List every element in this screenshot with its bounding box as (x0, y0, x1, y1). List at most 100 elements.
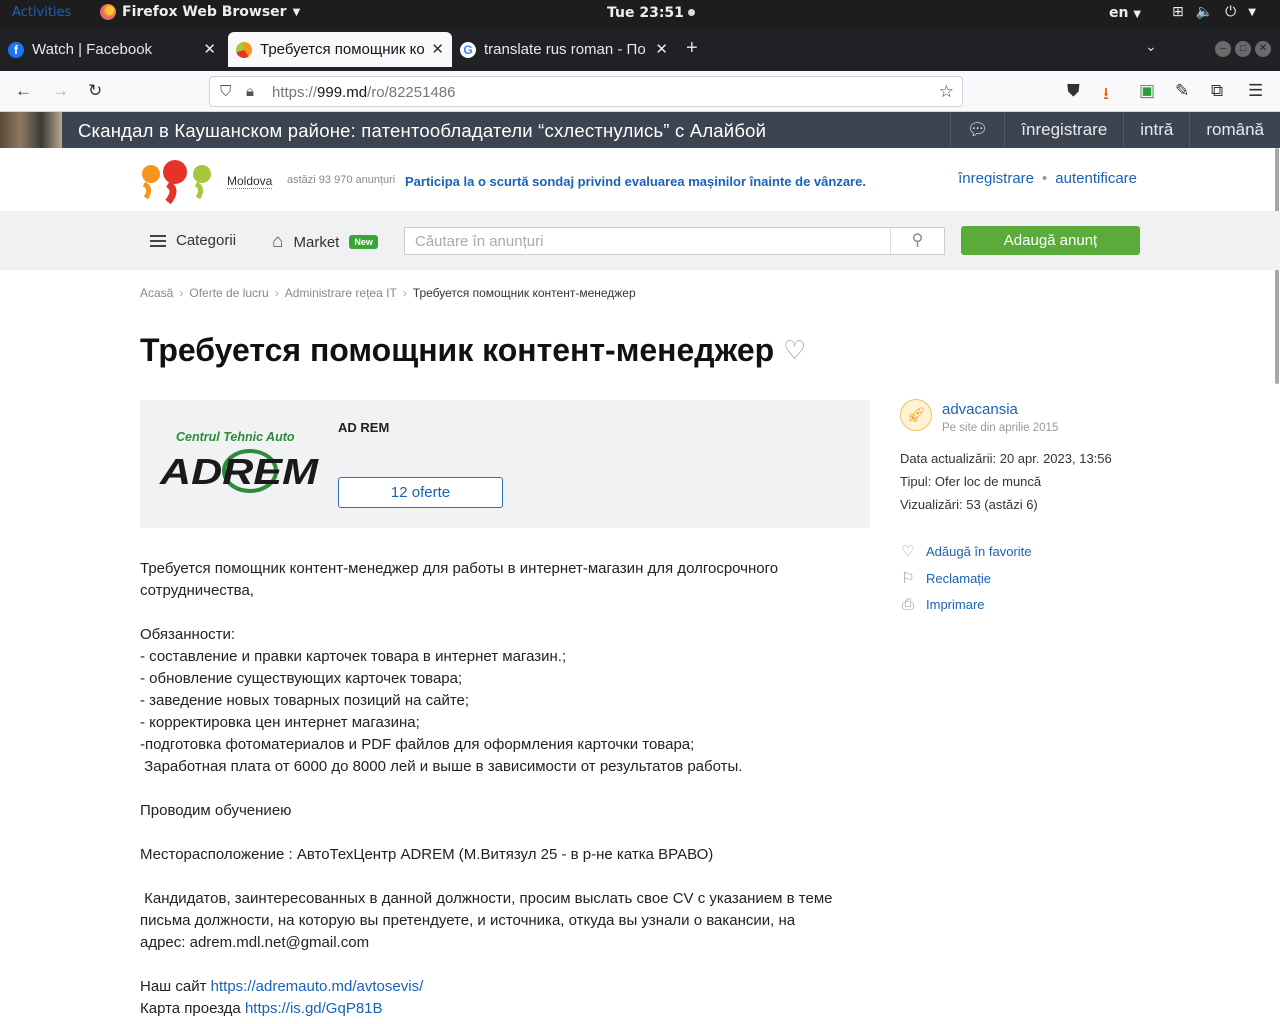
search-icon[interactable]: ⚲ (890, 228, 944, 254)
notification-dot (687, 9, 695, 16)
store-icon: ⌂ (272, 231, 284, 252)
maximize-button[interactable]: □ (1235, 41, 1251, 57)
new-badge: New (349, 235, 378, 249)
url-text[interactable]: https://999.md/ro/82251486 (272, 84, 456, 101)
chat-icon[interactable]: 💬︎ (949, 112, 1005, 148)
pocket-icon[interactable]: ⛊ (1067, 81, 1080, 101)
chevron-right-icon: › (274, 286, 279, 300)
banner-login-link[interactable]: intră (1123, 112, 1189, 148)
back-arrow-icon[interactable]: ← (15, 81, 32, 101)
categories-label: Categorii (176, 232, 237, 249)
close-icon[interactable]: ✕ (203, 40, 216, 58)
ad-updated-date: Data actualizării: 20 apr. 2023, 13:56 (900, 451, 1112, 466)
description-line: - заведение новых товарных позиций на са… (140, 692, 470, 709)
close-window-button[interactable]: ✕ (1255, 41, 1271, 57)
close-icon[interactable]: ✕ (431, 40, 444, 58)
url-bar[interactable]: ⛉ 🔒︎ https://999.md/ro/82251486 ☆ (209, 76, 963, 107)
lock-icon[interactable]: 🔒︎ (246, 83, 254, 100)
tab-facebook[interactable]: f Watch | Facebook ✕ (0, 32, 224, 67)
report-link[interactable]: ⚐ Reclamație (900, 569, 991, 587)
search-input[interactable] (405, 228, 891, 254)
register-link[interactable]: înregistrare (958, 170, 1034, 187)
favorite-heart-icon[interactable]: ♡ (783, 335, 806, 366)
news-headline[interactable]: Скандал в Каушанском районе: патентообла… (78, 120, 766, 142)
activities-button[interactable]: Activities (12, 5, 71, 20)
thumbs-down-icon: ⚐ (901, 570, 915, 587)
banner-register-link[interactable]: înregistrare (1004, 112, 1123, 148)
breadcrumb-home[interactable]: Acasă (140, 286, 173, 300)
add-to-favorites-link[interactable]: ♡ Adăugă în favorite (900, 542, 1031, 560)
tab-google[interactable]: G translate rus roman - По ✕ (452, 32, 676, 67)
company-card: Centrul Tehnic Auto ADREM AD REM 12 ofer… (140, 400, 870, 528)
firefox-icon (100, 4, 116, 20)
clock[interactable]: Tue 23:51 (607, 5, 695, 21)
reload-icon[interactable]: ↻ (88, 81, 102, 101)
breadcrumb-jobs[interactable]: Oferte de lucru (189, 286, 268, 300)
company-logo[interactable]: Centrul Tehnic Auto ADREM (158, 428, 322, 498)
map-label: Карта проезда (140, 1000, 245, 1017)
tab-active-ad[interactable]: Требуется помощник ко ✕ (228, 32, 452, 67)
facebook-icon: f (8, 41, 24, 58)
shield-icon[interactable]: ⛉ (220, 83, 231, 100)
app-name: Firefox Web Browser (122, 4, 287, 20)
chevron-down-icon: ▼ (1133, 9, 1142, 20)
market-label: Market (293, 233, 340, 251)
minimize-button[interactable]: – (1215, 41, 1231, 57)
new-tab-button[interactable]: + (686, 37, 698, 60)
extensions-puzzle-icon[interactable]: ⧉ (1211, 81, 1223, 101)
url-scheme: https:// (272, 84, 318, 101)
website-label: Наш сайт (140, 978, 211, 995)
login-link[interactable]: autentificare (1055, 170, 1137, 187)
survey-link[interactable]: Participa la o scurtă sondaj privind eva… (405, 174, 866, 189)
keyboard-layout[interactable]: en ▼ (1109, 5, 1141, 21)
tab-title: Watch | Facebook (32, 41, 153, 58)
auth-links: înregistrare • autentificare (958, 170, 1137, 187)
site-999-icon (236, 41, 252, 58)
bookmark-star-icon[interactable]: ☆ (939, 82, 954, 102)
clock-text: Tue 23:51 (607, 5, 684, 21)
breadcrumb-current: Требуется помощник контент-менеджер (412, 286, 636, 300)
ad-type: Tipul: Ofer loc de muncă (900, 474, 1042, 489)
rocket-icon: 🚀︎ (906, 407, 926, 424)
tab-title: Требуется помощник ко (260, 41, 425, 58)
system-tray[interactable]: ⊞ 🔈 ⏻ ▼ (1172, 4, 1256, 20)
company-logo-tagline: Centrul Tehnic Auto (176, 430, 295, 444)
categories-button[interactable]: Categorii (150, 232, 236, 249)
region-selector[interactable]: Moldova (227, 174, 273, 189)
add-ad-button[interactable]: Adaugă anunț (961, 226, 1140, 255)
page-title: Требуется помощник контент-менеджер (140, 332, 775, 368)
heart-icon: ♡ (901, 543, 915, 560)
website-line: Наш сайт https://adremauto.md/avtosevis/ (140, 976, 860, 998)
menu-icon (150, 234, 166, 247)
report-label: Reclamație (926, 570, 992, 586)
extension-green-icon[interactable]: ▣ (1139, 81, 1155, 101)
site-999-logo[interactable] (140, 158, 214, 204)
breadcrumb-it-admin[interactable]: Administrare rețea IT (285, 286, 397, 300)
seller-name[interactable]: advacansia (942, 401, 1018, 418)
market-button[interactable]: ⌂ Market New (272, 231, 378, 253)
app-menu[interactable]: Firefox Web Browser ▼ (100, 4, 300, 20)
website-link[interactable]: https://adremauto.md/avtosevis/ (211, 978, 424, 995)
list-all-tabs-button[interactable]: ⌄ (1145, 38, 1157, 55)
breadcrumb: Acasă › Oferte de lucru › Administrare r… (140, 286, 636, 300)
company-offers-button[interactable]: 12 oferte (338, 477, 503, 508)
banner-language-link[interactable]: română (1189, 112, 1280, 148)
news-thumbnail[interactable] (0, 112, 62, 148)
search-box: ⚲ (404, 227, 945, 255)
extension-badge-icon[interactable]: ✎ (1175, 81, 1189, 101)
network-icon: ⊞ (1172, 4, 1184, 20)
url-host: 999.md (317, 84, 368, 101)
description-line: Обязанности: (140, 626, 236, 643)
hamburger-menu-icon[interactable]: ☰ (1248, 81, 1263, 101)
forward-arrow-icon[interactable]: → (52, 81, 69, 101)
printer-icon: ⎙ (901, 596, 914, 613)
print-link[interactable]: ⎙ Imprimare (900, 596, 985, 613)
seller-avatar[interactable]: 🚀︎ (900, 399, 932, 431)
map-link[interactable]: https://is.gd/GqP81B (245, 1000, 383, 1017)
tab-strip: f Watch | Facebook ✕ Требуется помощник … (0, 27, 1280, 71)
close-icon[interactable]: ✕ (655, 40, 668, 58)
download-icon[interactable]: ⭳ (1103, 81, 1109, 110)
